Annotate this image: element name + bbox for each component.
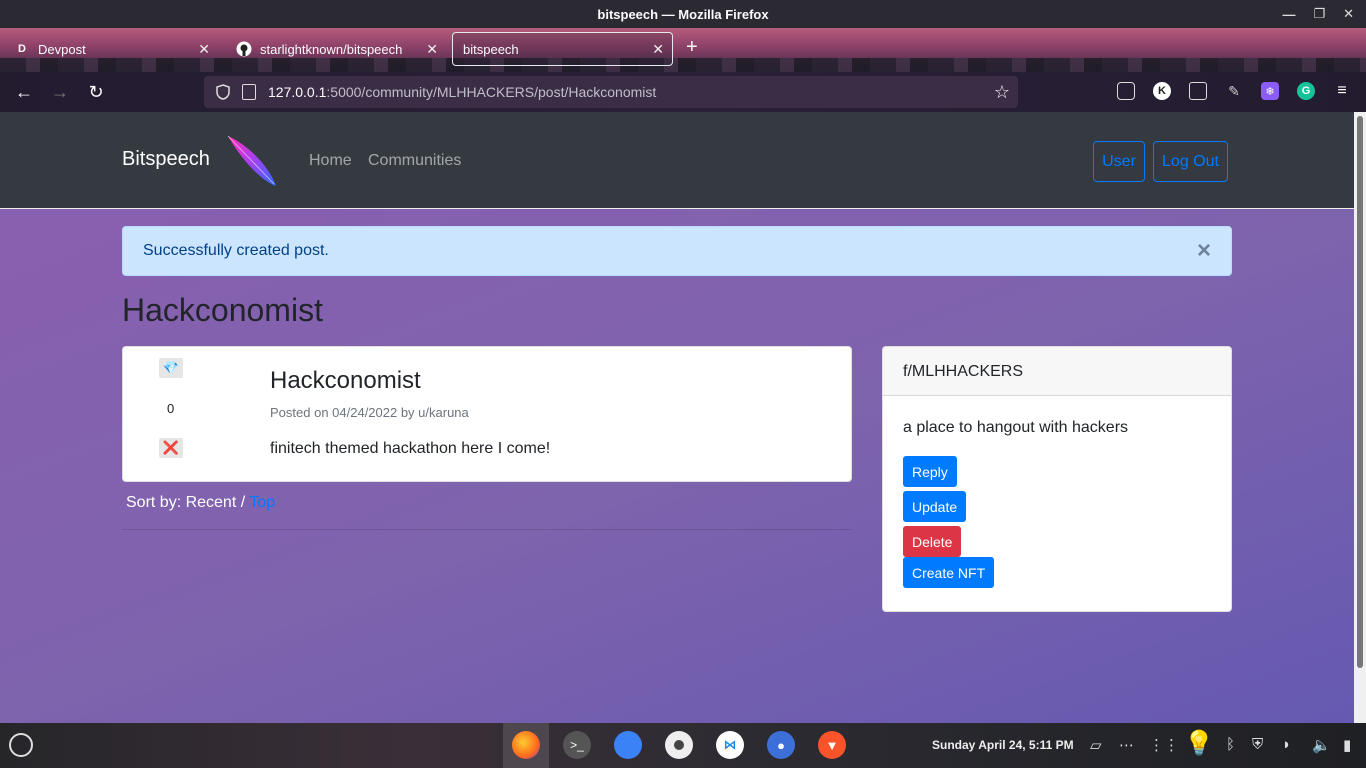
post-body: finitech themed hackathon here I come! xyxy=(270,440,551,457)
nav-communities-link[interactable]: Communities xyxy=(368,152,461,170)
notes-icon[interactable]: ▱ xyxy=(1090,736,1102,754)
apps-grid-icon[interactable]: ⋮⋮ xyxy=(1149,736,1179,754)
toggle-app-icon[interactable]: ● xyxy=(767,731,795,759)
snowflake-extension-icon[interactable]: ❄ xyxy=(1261,82,1279,100)
community-name[interactable]: f/MLHHACKERS xyxy=(883,347,1231,396)
alert-close-icon[interactable]: × xyxy=(1197,237,1211,265)
vscode-icon[interactable]: ⋈ xyxy=(716,731,744,759)
pocket-icon[interactable] xyxy=(1117,82,1135,100)
wifi-icon[interactable]: ◗ xyxy=(1282,736,1291,753)
delete-button[interactable]: Delete xyxy=(903,526,962,557)
window-controls: — ❐ ✕ xyxy=(1282,0,1354,28)
bluetooth-icon[interactable]: ᛒ xyxy=(1226,736,1235,753)
tab-devpost[interactable]: D Devpost ✕ xyxy=(4,32,218,66)
screenshot-extension-icon[interactable] xyxy=(1189,82,1207,100)
community-sidebar-card: f/MLHHACKERS a place to hangout with hac… xyxy=(882,346,1232,612)
tab-github[interactable]: starlightknown/bitspeech ✕ xyxy=(226,32,446,66)
launcher-icon[interactable] xyxy=(9,733,33,757)
user-button[interactable]: User xyxy=(1093,141,1145,182)
volume-icon[interactable]: 🔈 xyxy=(1312,736,1331,754)
window-title: bitspeech — Mozilla Firefox xyxy=(597,6,769,22)
post-title[interactable]: Hackconomist xyxy=(270,367,421,395)
minimize-icon[interactable]: — xyxy=(1282,7,1295,22)
files-icon[interactable] xyxy=(614,731,642,759)
close-tab-icon[interactable]: ✕ xyxy=(652,41,664,58)
sort-controls: Sort by: Recent / Top xyxy=(126,494,275,512)
tab-bitspeech[interactable]: bitspeech ✕ xyxy=(452,32,673,66)
battery-icon[interactable]: ▮ xyxy=(1343,736,1351,754)
menu-hamburger-icon[interactable]: ≡ xyxy=(1333,82,1351,100)
screen-recorder-icon[interactable] xyxy=(665,731,693,759)
tab-strip: D Devpost ✕ starlightknown/bitspeech ✕ b… xyxy=(0,28,1366,72)
forward-icon[interactable]: → xyxy=(48,80,72,104)
lightbulb-icon[interactable]: 💡 xyxy=(1184,729,1214,758)
extension-k-icon[interactable]: K xyxy=(1153,82,1171,100)
shield-tray-icon[interactable]: ⛨ xyxy=(1252,736,1263,753)
reload-icon[interactable]: ↻ xyxy=(84,80,108,104)
update-button[interactable]: Update xyxy=(903,491,967,522)
firefox-icon[interactable] xyxy=(512,731,540,759)
back-icon[interactable]: ← xyxy=(12,80,36,104)
page-scrollbar[interactable] xyxy=(1354,112,1366,723)
logout-button[interactable]: Log Out xyxy=(1153,141,1228,182)
upvote-gem-icon[interactable]: 💎 xyxy=(159,358,183,378)
feather-extension-icon[interactable]: ✎ xyxy=(1225,82,1243,100)
close-tab-icon[interactable]: ✕ xyxy=(198,41,210,58)
feather-logo-icon xyxy=(227,135,276,186)
window-titlebar: bitspeech — Mozilla Firefox — ❐ ✕ xyxy=(0,0,1366,28)
os-taskbar: >_ ⋈ ● ▼ Sunday April 24, 5:11 PM ▱ ⋯ ⋮⋮… xyxy=(0,723,1366,768)
nav-home-link[interactable]: Home xyxy=(309,152,352,170)
sort-top-link[interactable]: Top xyxy=(249,494,275,511)
close-window-icon[interactable]: ✕ xyxy=(1343,6,1354,22)
alert-message: Successfully created post. xyxy=(143,242,329,259)
vote-count: 0 xyxy=(167,401,175,416)
shield-icon[interactable] xyxy=(216,84,230,100)
post-meta: Posted on 04/24/2022 by u/karuna xyxy=(270,405,469,420)
url-text[interactable]: 127.0.0.1:5000/community/MLHHACKERS/post… xyxy=(268,84,656,100)
success-alert: Successfully created post. × xyxy=(122,226,1232,276)
close-tab-icon[interactable]: ✕ xyxy=(426,41,438,58)
tab-label: starlightknown/bitspeech xyxy=(260,41,403,57)
more-icon[interactable]: ⋯ xyxy=(1119,736,1134,754)
browser-navbar: ← → ↻ 127.0.0.1:5000/community/MLHHACKER… xyxy=(0,72,1366,112)
downvote-cross-icon[interactable]: ❌ xyxy=(159,438,183,458)
reply-button[interactable]: Reply xyxy=(903,456,957,487)
clock[interactable]: Sunday April 24, 5:11 PM xyxy=(932,738,1074,752)
tab-label: bitspeech xyxy=(463,41,519,57)
community-description: a place to hangout with hackers xyxy=(903,419,1129,436)
new-tab-icon[interactable]: + xyxy=(686,36,698,59)
page-title: Hackconomist xyxy=(122,292,323,328)
post-card: 💎 0 ❌ Hackconomist Posted on 04/24/2022 … xyxy=(122,346,852,482)
sort-label[interactable]: Sort by: Recent / xyxy=(126,494,249,511)
scrollbar-thumb[interactable] xyxy=(1357,116,1363,668)
create-nft-button[interactable]: Create NFT xyxy=(903,557,995,588)
devpost-favicon-icon: D xyxy=(18,43,26,55)
divider xyxy=(122,529,852,530)
page-info-icon[interactable] xyxy=(242,84,256,100)
brave-icon[interactable]: ▼ xyxy=(818,731,846,759)
bookmark-star-icon[interactable]: ☆ xyxy=(994,82,1010,103)
tab-label: Devpost xyxy=(38,41,86,57)
grammarly-icon[interactable]: G xyxy=(1297,82,1315,100)
terminal-icon[interactable]: >_ xyxy=(563,731,591,759)
url-bar[interactable]: 127.0.0.1:5000/community/MLHHACKERS/post… xyxy=(204,76,1018,108)
maximize-icon[interactable]: ❐ xyxy=(1313,6,1325,22)
web-page: Bitspeech Home Communities User Log Out … xyxy=(0,112,1354,723)
brand-name[interactable]: Bitspeech xyxy=(122,148,210,171)
github-icon xyxy=(236,41,252,57)
site-header: Bitspeech Home Communities User Log Out xyxy=(0,112,1354,209)
